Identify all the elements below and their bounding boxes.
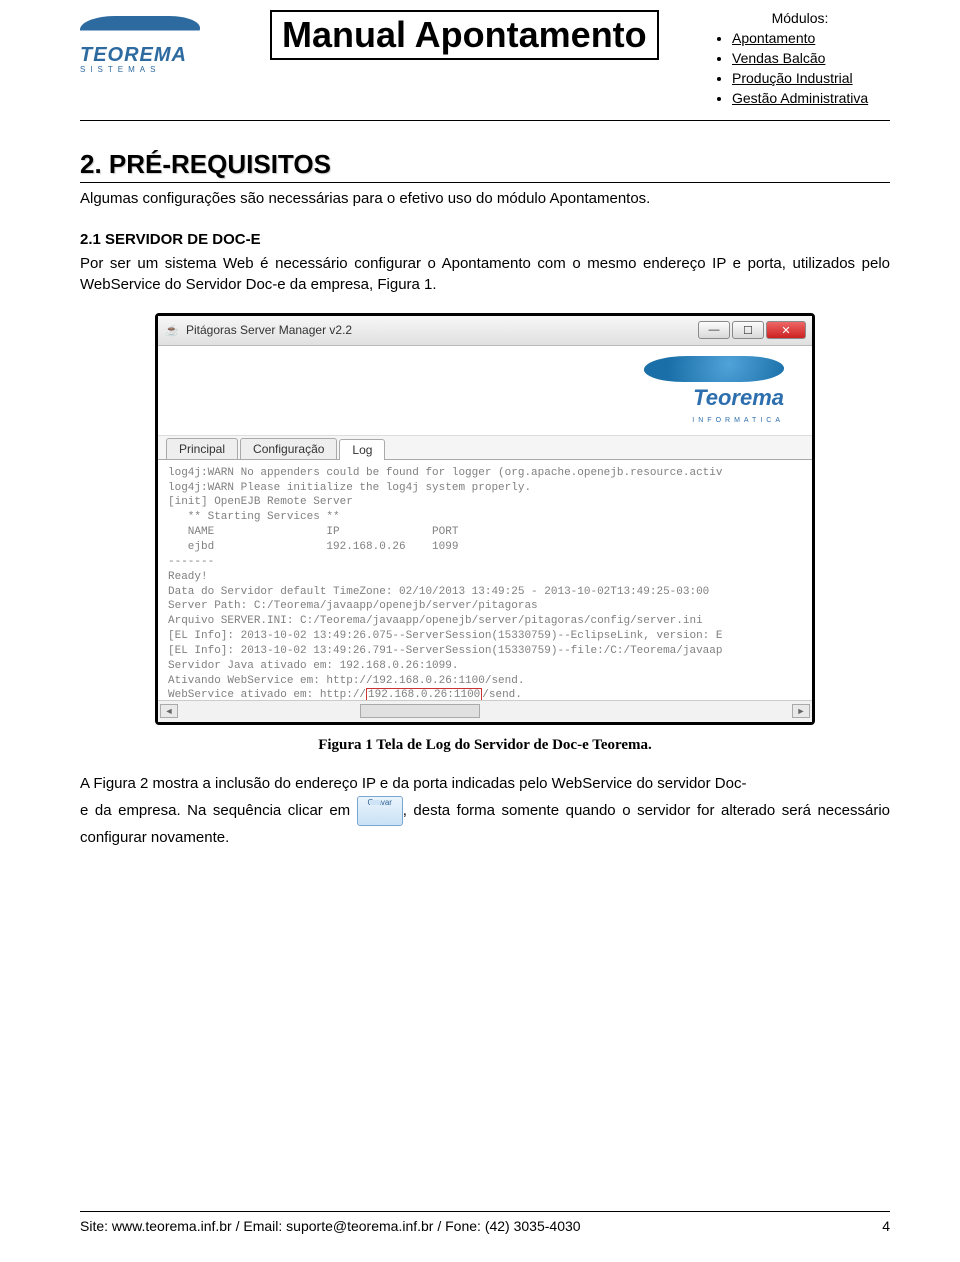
window-titlebar: ☕ Pitágoras Server Manager v2.2 — ☐ ✕ [158,316,812,346]
section-heading: 2. PRÉ-REQUISITOS [80,149,890,183]
log-line: log4j:WARN No appenders could be found f… [168,467,723,479]
close-button[interactable]: ✕ [766,321,806,339]
header-divider [80,120,890,121]
document-title: Manual Apontamento [270,10,659,60]
page-footer: Site: www.teorema.inf.br / Email: suport… [80,1211,890,1234]
scrollbar-thumb[interactable] [360,704,480,718]
log-line: Server Path: C:/Teorema/javaapp/openejb/… [168,600,538,612]
gravar-button[interactable]: Gravar [357,796,403,826]
footer-divider [80,1211,890,1212]
subsection-body: Por ser um sistema Web é necessário conf… [80,254,890,295]
module-item: Produção Industrial [732,70,890,86]
scroll-left-icon[interactable]: ◄ [160,704,178,718]
app-window: ☕ Pitágoras Server Manager v2.2 — ☐ ✕ Te… [155,313,815,725]
log-output: log4j:WARN No appenders could be found f… [158,460,812,700]
module-item: Vendas Balcão [732,50,890,66]
page-number: 4 [882,1218,890,1234]
module-item: Apontamento [732,30,890,46]
paragraph-figure2-ref: A Figura 2 mostra a inclusão do endereço… [80,772,890,850]
scroll-right-icon[interactable]: ► [792,704,810,718]
window-tabs: Principal Configuração Log [158,436,812,460]
window-control-buttons: — ☐ ✕ [698,321,806,339]
logo-swoosh-icon [642,356,786,382]
window-logo-sub: INFORMATICA [692,417,784,424]
log-line: ------- [168,556,214,568]
maximize-button[interactable]: ☐ [732,321,764,339]
modules-list: Apontamento Vendas Balcão Produção Indus… [710,30,890,106]
logo-swoosh-icon [78,16,202,42]
log-line: ejbd 192.168.0.26 1099 [168,541,458,553]
document-header: TEOREMA SISTEMAS Manual Apontamento Módu… [80,10,890,114]
horizontal-scrollbar[interactable]: ◄ ► [158,700,812,722]
para-text: A Figura 2 mostra a inclusão do endereço… [80,775,746,792]
log-line: [init] OpenEJB Remote Server [168,496,353,508]
tab-principal[interactable]: Principal [166,438,238,459]
figure-caption: Figura 1 Tela de Log do Servidor de Doc-… [80,737,890,754]
modules-label: Módulos: [710,10,890,26]
window-logo-text: Teorema [693,385,784,410]
company-logo: TEOREMA SISTEMAS [80,10,250,74]
section-intro: Algumas configurações são necessárias pa… [80,189,890,209]
window-company-logo: Teorema INFORMATICA [644,356,784,425]
modules-block: Módulos: Apontamento Vendas Balcão Produ… [710,10,890,110]
subsection-heading: 2.1 SERVIDOR DE DOC-E [80,231,890,248]
log-line: Ready! [168,571,208,583]
minimize-button[interactable]: — [698,321,730,339]
module-item: Gestão Administrativa [732,90,890,106]
footer-contact: Site: www.teorema.inf.br / Email: suport… [80,1218,581,1234]
window-title: Pitágoras Server Manager v2.2 [186,323,698,337]
log-line: Servidor Java ativado em: 192.168.0.26:1… [168,660,458,672]
log-line: ** Starting Services ** [168,511,340,523]
java-icon: ☕ [164,322,180,338]
log-line: log4j:WARN Please initialize the log4j s… [168,482,531,494]
tab-log[interactable]: Log [339,439,385,460]
log-line: WebService ativado em: http:// [168,689,366,699]
log-line: Data do Servidor default TimeZone: 02/10… [168,586,709,598]
tab-configuracao[interactable]: Configuração [240,438,337,459]
log-line: Ativando WebService em: http://192.168.0… [168,675,524,687]
logo-main-text: TEOREMA [80,44,250,67]
log-line: [EL Info]: 2013-10-02 13:49:26.791--Serv… [168,645,723,657]
log-line: NAME IP PORT [168,526,458,538]
window-logo-panel: Teorema INFORMATICA [158,346,812,436]
log-line: [EL Info]: 2013-10-02 13:49:26.075--Serv… [168,630,723,642]
para-text: e da empresa. Na sequência clicar em [80,802,357,819]
log-trail: /send. [482,689,522,699]
log-highlight-ip: 192.168.0.26:1100 [366,688,482,699]
log-line: Arquivo SERVER.INI: C:/Teorema/javaapp/o… [168,615,703,627]
